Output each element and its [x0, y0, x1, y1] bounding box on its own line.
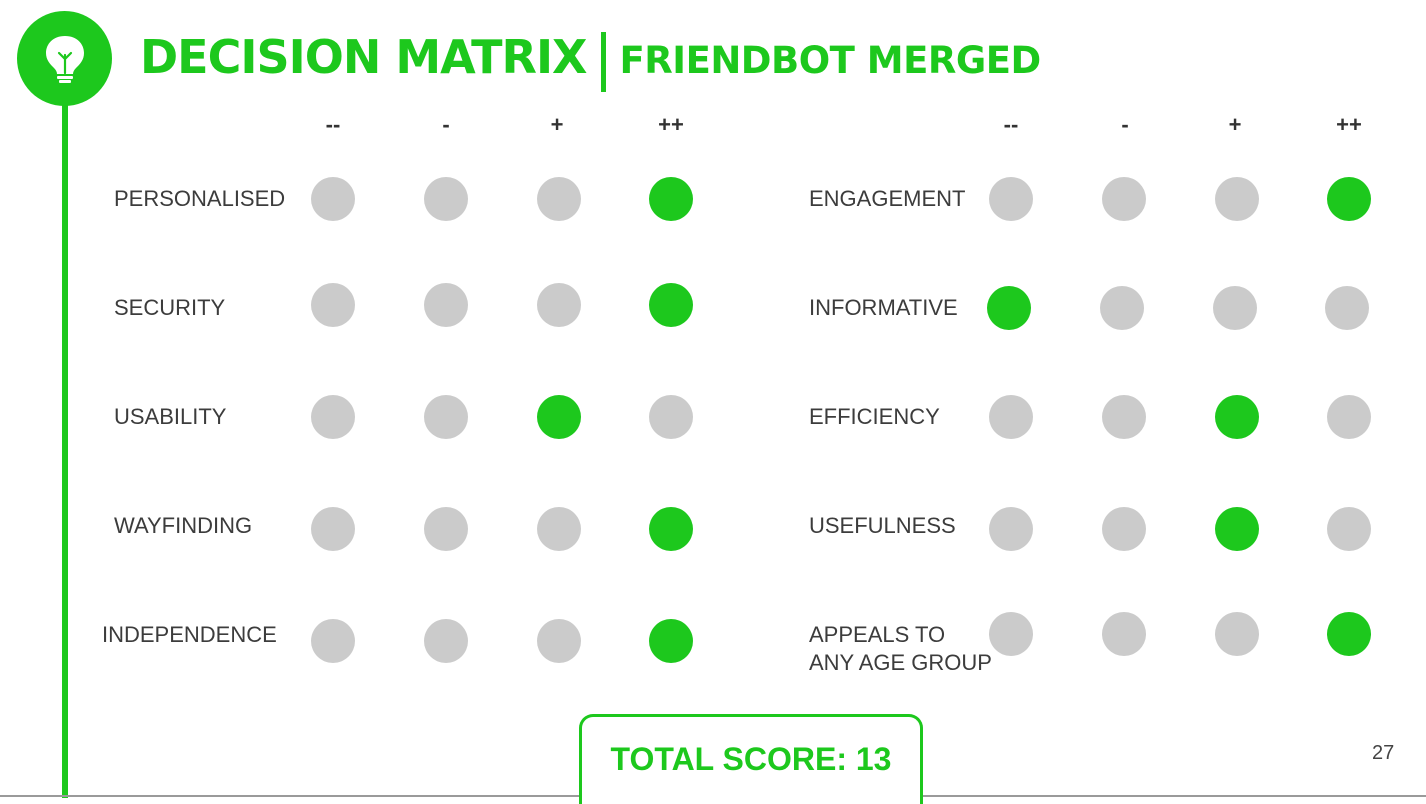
right-header-very-positive: ++	[1336, 112, 1362, 137]
right-header-negative: -	[1121, 112, 1129, 137]
total-score-box: TOTAL SCORE: 13	[579, 714, 923, 804]
rating-dot	[1213, 286, 1257, 330]
rating-dot	[649, 619, 693, 663]
rating-dot	[1327, 395, 1371, 439]
rating-dot	[1102, 395, 1146, 439]
rating-dot	[311, 619, 355, 663]
title-main: DECISION MATRIX	[140, 30, 588, 84]
rating-dot	[537, 283, 581, 327]
rating-dot	[1102, 507, 1146, 551]
rating-dot	[1327, 612, 1371, 656]
rating-dot	[424, 283, 468, 327]
criterion-label: PERSONALISED	[114, 186, 286, 211]
total-score: TOTAL SCORE: 13	[610, 741, 892, 777]
rating-dot	[1102, 612, 1146, 656]
rating-dot	[987, 286, 1031, 330]
title-sub: FRIENDBOT MERGED	[619, 39, 1042, 82]
page-number: 27	[1372, 742, 1395, 764]
rating-dot	[1215, 177, 1259, 221]
title-separator	[600, 32, 606, 92]
left-header-very-negative: --	[325, 112, 341, 137]
left-header-negative: -	[442, 112, 450, 137]
rating-dot	[1102, 177, 1146, 221]
rating-dot	[311, 395, 355, 439]
rating-dot	[1327, 507, 1371, 551]
rating-dot	[1325, 286, 1369, 330]
rating-dot	[989, 507, 1033, 551]
rating-dot	[649, 177, 693, 221]
rating-dot	[989, 177, 1033, 221]
rating-dot	[311, 507, 355, 551]
rating-dot	[311, 177, 355, 221]
rating-dot	[989, 612, 1033, 656]
left-header-positive: +	[550, 112, 564, 137]
criterion-label: WAYFINDING	[114, 513, 253, 538]
right-header-positive: +	[1228, 112, 1242, 137]
criterion-label: INDEPENDENCE	[102, 622, 277, 647]
rating-dot	[649, 507, 693, 551]
logo-badge	[17, 11, 112, 106]
left-header-very-positive: ++	[658, 112, 684, 137]
rating-dot	[537, 395, 581, 439]
rating-dot	[537, 507, 581, 551]
criterion-label-line: ANY AGE GROUP	[809, 650, 992, 675]
rating-dot	[424, 395, 468, 439]
criterion-label: INFORMATIVE	[809, 295, 958, 320]
rating-dot	[649, 395, 693, 439]
criterion-label: SECURITY	[114, 295, 226, 320]
rating-dot	[1100, 286, 1144, 330]
rating-dot	[1327, 177, 1371, 221]
rating-dot	[424, 177, 468, 221]
timeline-line	[62, 95, 68, 798]
criterion-label: USEFULNESS	[809, 513, 956, 538]
lightbulb-icon	[46, 36, 84, 83]
rating-dot	[1215, 507, 1259, 551]
rating-dot	[311, 283, 355, 327]
criterion-label: ENGAGEMENT	[809, 186, 966, 211]
criterion-label: EFFICIENCY	[809, 404, 940, 429]
slide: DECISION MATRIX FRIENDBOT MERGED -- - + …	[0, 0, 1426, 804]
rating-dot	[1215, 395, 1259, 439]
rating-dot	[537, 619, 581, 663]
criterion-label: USABILITY	[114, 404, 227, 429]
right-header-very-negative: --	[1003, 112, 1019, 137]
criterion-label-multiline: APPEALS TO ANY AGE GROUP	[809, 621, 1009, 677]
rating-dot	[649, 283, 693, 327]
rating-dot	[424, 507, 468, 551]
criterion-label-line: APPEALS TO	[809, 622, 946, 647]
rating-dot	[989, 395, 1033, 439]
rating-dot	[424, 619, 468, 663]
rating-dot	[1215, 612, 1259, 656]
rating-dot	[537, 177, 581, 221]
page-title: DECISION MATRIX FRIENDBOT MERGED	[140, 30, 1041, 94]
